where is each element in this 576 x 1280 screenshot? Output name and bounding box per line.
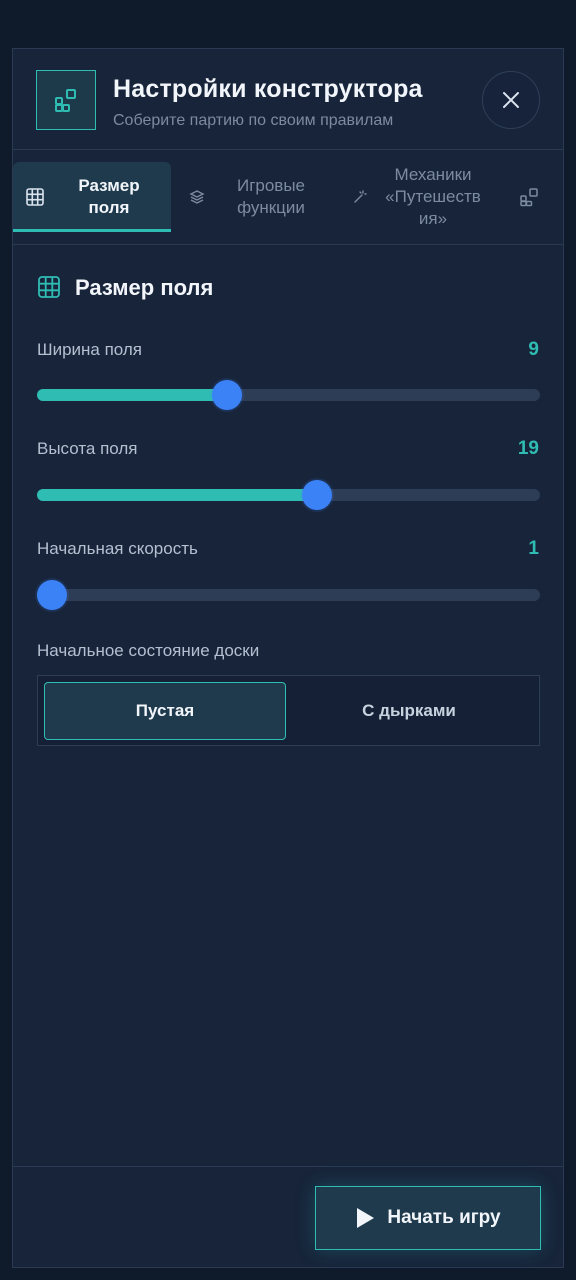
tab-label: Игровые функции [236,176,306,217]
tab-game-functions[interactable]: Игровые функции [183,162,343,232]
grid-icon [37,275,61,304]
play-icon [357,1208,375,1228]
page-subtitle: Соберите партию по своим правилам [113,112,394,129]
builder-settings-panel: Настройки конструктора Соберите партию п… [12,48,564,1268]
height-slider-thumb[interactable] [301,480,332,510]
tab-bar: Размер поля Игровые функции Механики «Пу… [13,150,563,245]
speed-slider-thumb[interactable] [37,580,67,610]
board-option-empty[interactable]: Пустая [44,682,286,740]
tab-travel-mechanics[interactable]: Механики «Путешеств ия» [349,152,509,242]
width-label: Ширина поля [37,340,143,359]
start-game-button[interactable]: Начать игру [315,1186,541,1250]
blocks-icon [36,70,96,130]
width-slider[interactable] [37,380,540,410]
board-option-holes[interactable]: С дырками [288,682,530,740]
width-slider-fill [37,389,227,401]
close-icon [503,92,519,108]
close-button[interactable] [482,71,540,129]
tab-label: Размер поля [78,176,140,217]
panel-footer: Начать игру [13,1166,563,1267]
section-title: Размер поля [75,275,214,300]
panel-header: Настройки конструктора Соберите партию п… [13,49,563,150]
width-slider-thumb[interactable] [212,380,242,410]
height-slider[interactable] [37,480,540,510]
grid-icon [25,187,45,207]
blocks-icon [519,187,539,207]
height-slider-fill [37,489,317,501]
height-label: Высота поля [37,439,138,458]
tab-label: Механики «Путешеств ия» [385,165,481,228]
tab-more[interactable] [513,162,553,232]
speed-slider[interactable] [37,580,540,610]
tab-field-size[interactable]: Размер поля [13,162,171,232]
layers-icon [189,189,205,205]
speed-label: Начальная скорость [37,539,198,558]
board-state-label: Начальное состояние доски [37,641,260,660]
board-state-toggle: Пустая С дырками [37,675,540,746]
start-game-label: Начать игру [387,1207,501,1228]
speed-value: 1 [528,538,539,559]
page-title: Настройки конструктора [113,75,423,103]
height-value: 19 [517,438,539,459]
width-value: 9 [528,339,539,360]
magic-wand-icon [353,190,367,204]
